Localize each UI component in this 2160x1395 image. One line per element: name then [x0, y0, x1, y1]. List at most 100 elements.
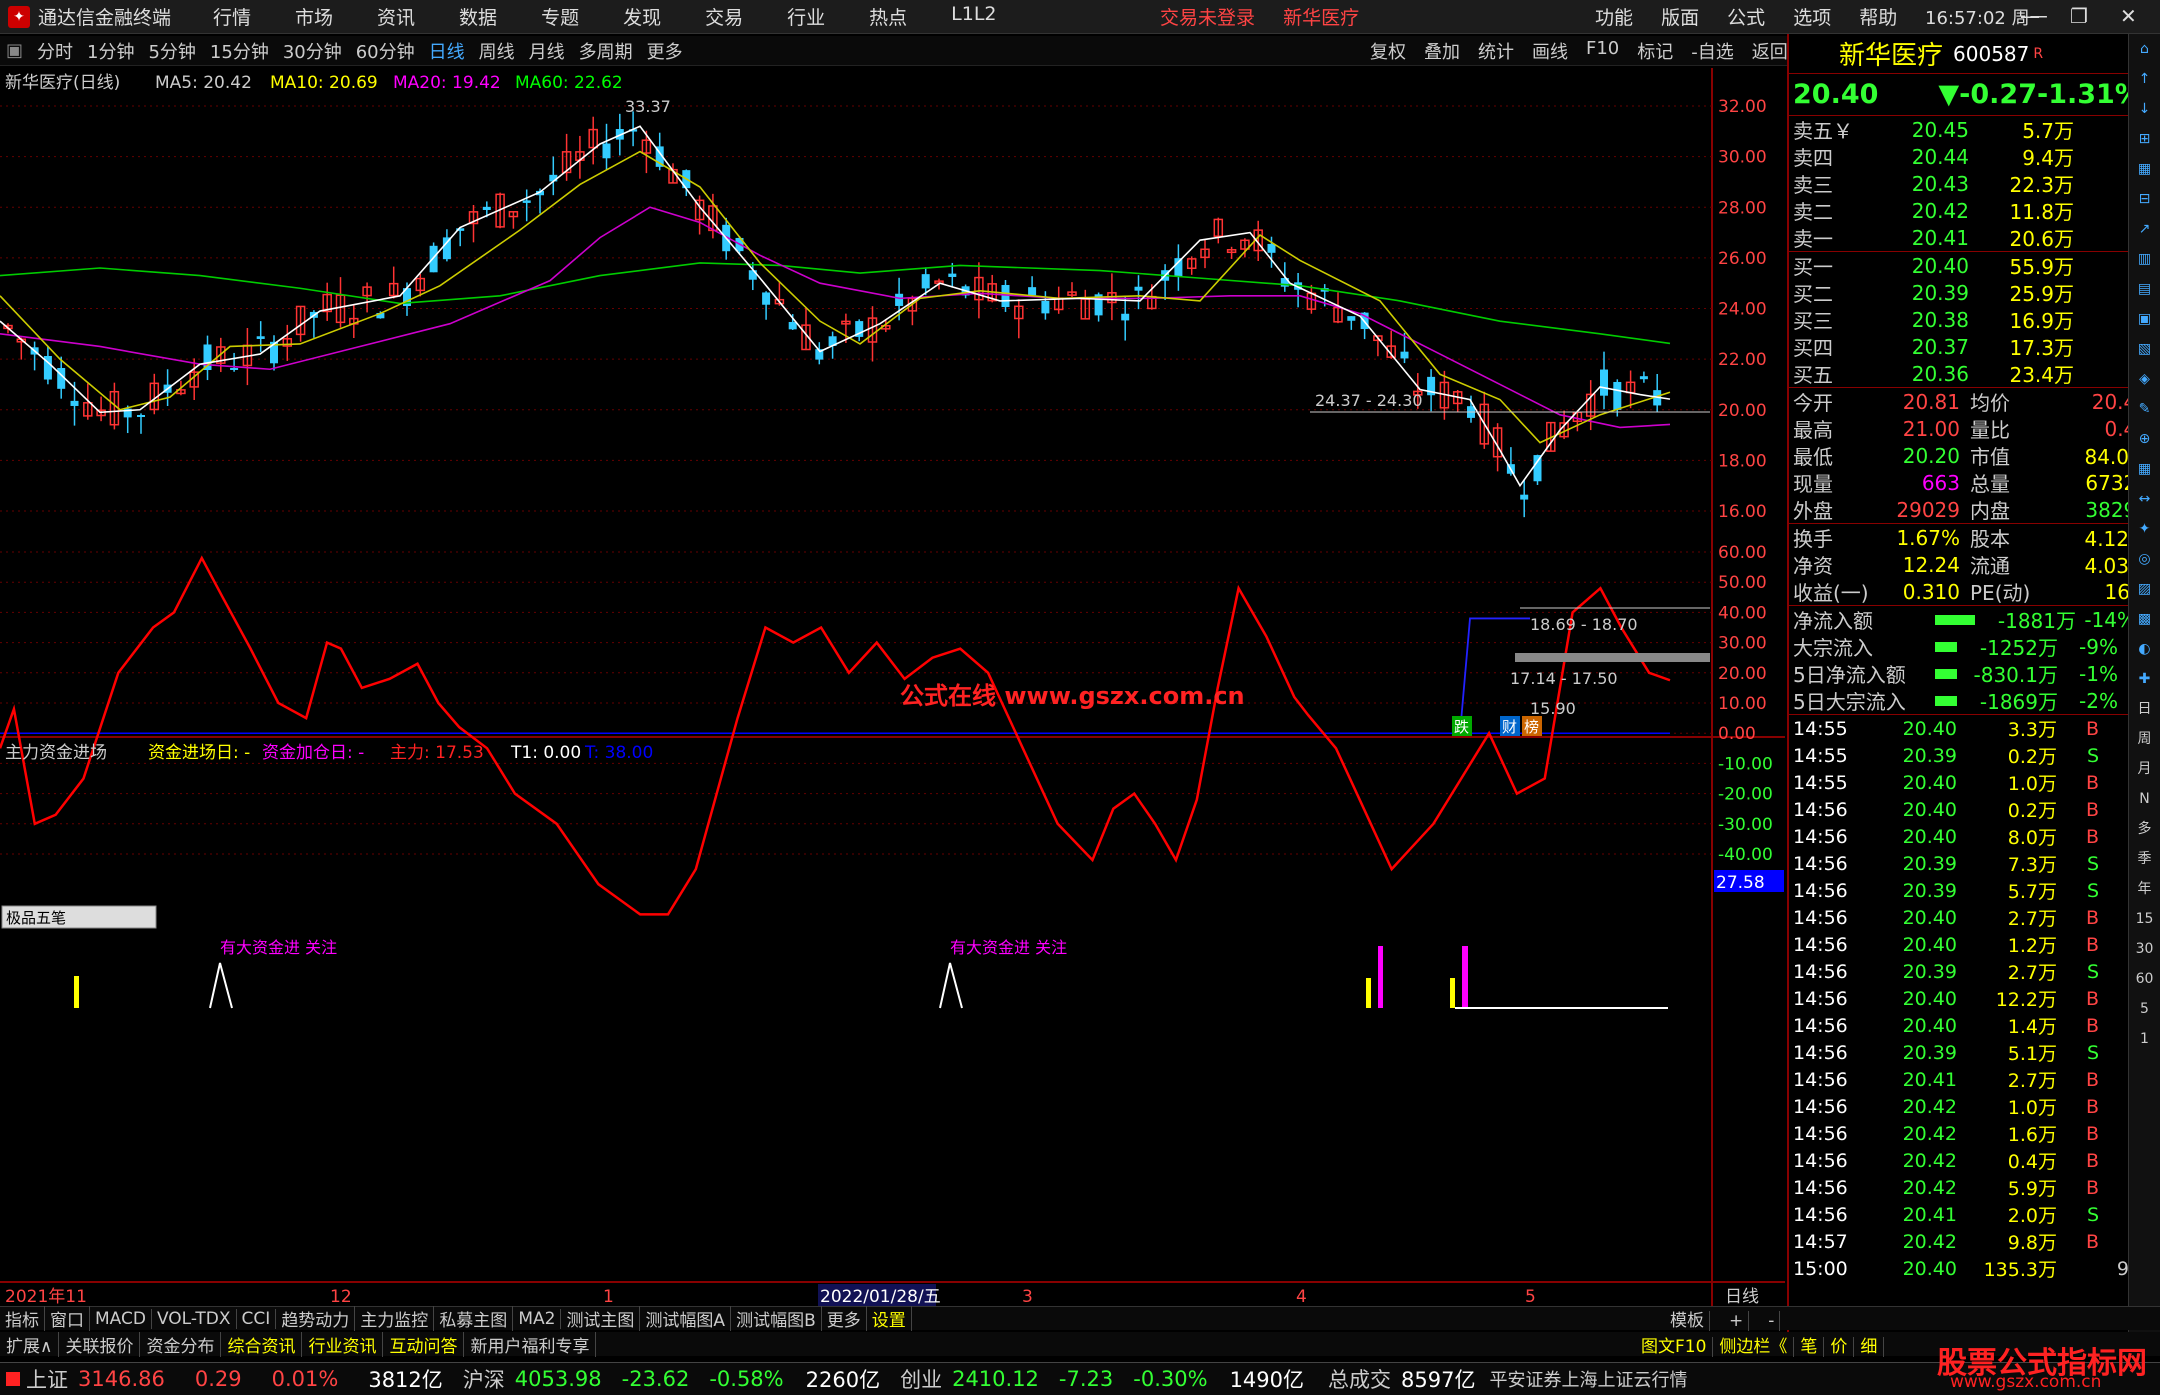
sh-index[interactable]: 3146.86 [78, 1367, 165, 1391]
hs-index[interactable]: 4053.98 [515, 1367, 602, 1391]
tool-icon[interactable]: ▦ [2129, 154, 2160, 184]
btn-diejia[interactable]: 叠加 [1424, 38, 1460, 64]
tab-right-0[interactable]: 模板 [1665, 1311, 1710, 1331]
ask-row[interactable]: 卖五￥ 20.45 5.7万 [1789, 116, 2160, 144]
bid-row[interactable]: 买五 20.36 23.4万 [1789, 360, 2160, 388]
tool-icon[interactable]: ▦ [2129, 454, 2160, 484]
info-tab-0[interactable]: 扩展∧ [0, 1331, 60, 1357]
tick-list[interactable]: 14:5520.403.3万B114:5520.390.2万S114:5520.… [1789, 715, 2160, 1282]
tab-4[interactable]: CCI [237, 1308, 277, 1329]
menu-zixun[interactable]: 资讯 [377, 3, 415, 30]
right-tab-0[interactable]: 图文F10 [1635, 1336, 1714, 1357]
tool-icon[interactable]: ⌂ [2129, 34, 2160, 64]
close-icon[interactable]: ✕ [2120, 4, 2137, 28]
right-tab-3[interactable]: 价 [1824, 1336, 1855, 1357]
cy-index[interactable]: 2410.12 [952, 1367, 1039, 1391]
bid-row[interactable]: 买二 20.39 25.9万 [1789, 279, 2160, 307]
btn-f10[interactable]: F10 [1586, 38, 1619, 64]
tool-icon[interactable]: ▧ [2129, 334, 2160, 364]
ime-toolbar[interactable]: 极品五笔 [6, 909, 66, 927]
tool-icon[interactable]: ◐ [2129, 634, 2160, 664]
period-1min[interactable]: 1分钟 [87, 38, 134, 64]
btn-zixuan[interactable]: -自选 [1691, 38, 1734, 64]
side-period[interactable]: 15 [2129, 904, 2160, 934]
tool-icon[interactable]: ⊞ [2129, 124, 2160, 154]
kline-chart[interactable]: 新华医疗(日线) MA5: 20.42 MA10: 20.69 MA20: 19… [0, 68, 1785, 1308]
tab-8[interactable]: MA2 [513, 1308, 562, 1329]
tool-icon[interactable]: ↔ [2129, 484, 2160, 514]
info-tab-2[interactable]: 资金分布 [140, 1331, 222, 1357]
side-period[interactable]: 月 [2129, 754, 2160, 784]
panel-toggle-icon[interactable]: ▣ [6, 40, 23, 61]
btn-biaoji[interactable]: 标记 [1637, 38, 1673, 64]
restore-icon[interactable]: ❐ [2070, 4, 2088, 28]
tab-0[interactable]: 指标 [0, 1306, 45, 1331]
period-15min[interactable]: 15分钟 [210, 38, 269, 64]
bid-row[interactable]: 买四 20.37 17.3万 [1789, 333, 2160, 361]
ask-row[interactable]: 卖一 20.41 20.6万 [1789, 224, 2160, 252]
ask-row[interactable]: 卖二 20.42 11.8万 [1789, 197, 2160, 225]
tool-icon[interactable]: ▤ [2129, 274, 2160, 304]
side-period[interactable]: 1 [2129, 1024, 2160, 1054]
side-period[interactable]: 60 [2129, 964, 2160, 994]
info-tab-5[interactable]: 互动问答 [383, 1331, 465, 1357]
side-period[interactable]: 多 [2129, 814, 2160, 844]
tool-icon[interactable]: ▣ [2129, 304, 2160, 334]
side-period[interactable]: N [2129, 784, 2160, 814]
side-period[interactable]: 30 [2129, 934, 2160, 964]
side-period[interactable]: 周 [2129, 724, 2160, 754]
tool-icon[interactable]: ◎ [2129, 544, 2160, 574]
tab-right-1[interactable]: + [1724, 1311, 1750, 1331]
tool-icon[interactable]: ✎ [2129, 394, 2160, 424]
menu-jiaoyi[interactable]: 交易 [705, 3, 743, 30]
right-tab-4[interactable]: 细 [1854, 1336, 1885, 1357]
tool-icon[interactable]: ◈ [2129, 364, 2160, 394]
info-tab-3[interactable]: 综合资讯 [221, 1331, 303, 1357]
tool-icon[interactable]: ⊟ [2129, 184, 2160, 214]
btn-tongji[interactable]: 统计 [1478, 38, 1514, 64]
menu-banmian[interactable]: 版面 [1661, 7, 1699, 29]
info-tab-1[interactable]: 关联报价 [59, 1331, 141, 1357]
side-period[interactable]: 季 [2129, 844, 2160, 874]
menu-l1l2[interactable]: L1L2 [951, 3, 996, 30]
menu-bangzhu[interactable]: 帮助 [1859, 7, 1897, 29]
info-tab-4[interactable]: 行业资讯 [302, 1331, 384, 1357]
menu-gongshi[interactable]: 公式 [1727, 7, 1765, 29]
tab-6[interactable]: 主力监控 [355, 1306, 435, 1331]
right-tab-2[interactable]: 笔 [1794, 1336, 1825, 1357]
info-tab-6[interactable]: 新用户福利专享 [464, 1331, 597, 1357]
period-60min[interactable]: 60分钟 [356, 38, 415, 64]
period-5min[interactable]: 5分钟 [148, 38, 195, 64]
ask-row[interactable]: 卖四 20.44 9.4万 [1789, 143, 2160, 171]
tool-icon[interactable]: ▨ [2129, 574, 2160, 604]
period-weekly[interactable]: 周线 [479, 38, 515, 64]
tool-icon[interactable]: ↗ [2129, 214, 2160, 244]
tool-icon[interactable]: ⊕ [2129, 424, 2160, 454]
tab-12[interactable]: 更多 [822, 1306, 867, 1331]
period-more[interactable]: 更多 [647, 38, 683, 64]
btn-fanhui[interactable]: 返回 [1752, 38, 1788, 64]
menu-faxian[interactable]: 发现 [623, 3, 661, 30]
tool-icon[interactable]: ▥ [2129, 244, 2160, 274]
menu-gongneng[interactable]: 功能 [1595, 7, 1633, 29]
tool-icon[interactable]: ↑ [2129, 64, 2160, 94]
tab-11[interactable]: 测试幅图B [731, 1306, 822, 1331]
menu-xuanxiang[interactable]: 选项 [1793, 7, 1831, 29]
period-daily[interactable]: 日线 [429, 38, 465, 64]
tab-2[interactable]: MACD [90, 1308, 152, 1329]
tool-icon[interactable]: ✚ [2129, 664, 2160, 694]
period-fenshi[interactable]: 分时 [37, 38, 73, 64]
btn-fuquan[interactable]: 复权 [1370, 38, 1406, 64]
tool-icon[interactable]: ↓ [2129, 94, 2160, 124]
side-period[interactable]: 年 [2129, 874, 2160, 904]
menu-hangqing[interactable]: 行情 [213, 3, 251, 30]
ask-row[interactable]: 卖三 20.43 22.3万 [1789, 170, 2160, 198]
tool-icon[interactable]: ✦ [2129, 514, 2160, 544]
tool-icon[interactable]: ▩ [2129, 604, 2160, 634]
tab-9[interactable]: 测试主图 [561, 1306, 641, 1331]
tab-13[interactable]: 设置 [867, 1306, 912, 1331]
bid-row[interactable]: 买一 20.40 55.9万 [1789, 252, 2160, 280]
minimize-icon[interactable]: — [2020, 4, 2040, 28]
right-tab-1[interactable]: 侧边栏《 [1713, 1336, 1795, 1357]
tab-right-2[interactable]: - [1763, 1311, 1781, 1331]
